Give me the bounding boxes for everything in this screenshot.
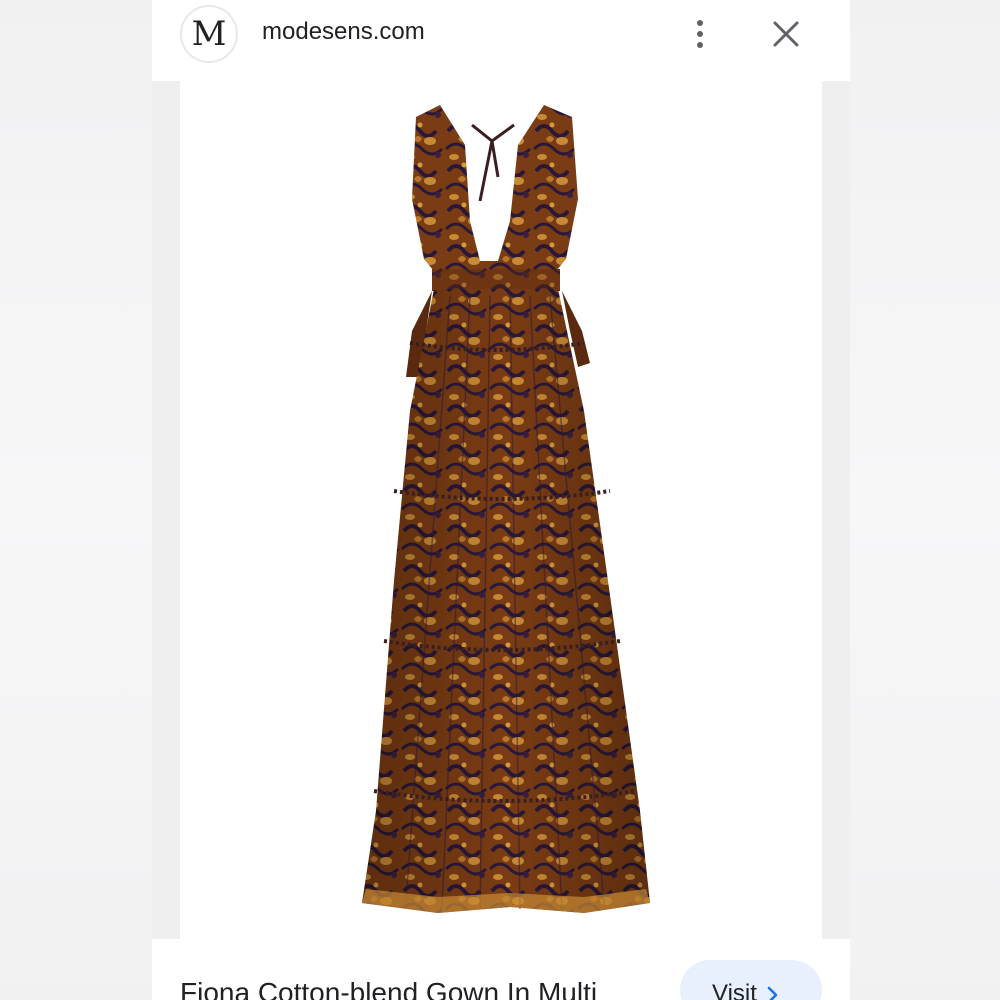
more-options-button[interactable] bbox=[682, 14, 718, 54]
product-image-area bbox=[152, 81, 850, 939]
background-left bbox=[0, 0, 152, 1000]
site-initial: M bbox=[191, 14, 227, 54]
close-icon bbox=[773, 21, 799, 47]
visit-label: Visit bbox=[712, 980, 757, 1000]
caption-bar: Fiona Cotton-blend Gown In Multi Visit bbox=[152, 939, 850, 1000]
more-vert-icon bbox=[697, 20, 703, 48]
site-favicon: M bbox=[180, 5, 238, 63]
close-button[interactable] bbox=[768, 16, 804, 52]
image-preview-card: M modesens.com Fiona Cotton-blend Gown I… bbox=[152, 0, 850, 1000]
product-title[interactable]: Fiona Cotton-blend Gown In Multi bbox=[180, 977, 597, 1000]
visit-button[interactable]: Visit bbox=[680, 960, 822, 1000]
chevron-right-icon bbox=[767, 986, 778, 1000]
site-name[interactable]: modesens.com bbox=[262, 18, 425, 46]
background-right bbox=[850, 0, 1000, 1000]
gown-image bbox=[362, 105, 650, 913]
product-image[interactable] bbox=[180, 81, 822, 939]
preview-header: M modesens.com bbox=[152, 0, 850, 80]
